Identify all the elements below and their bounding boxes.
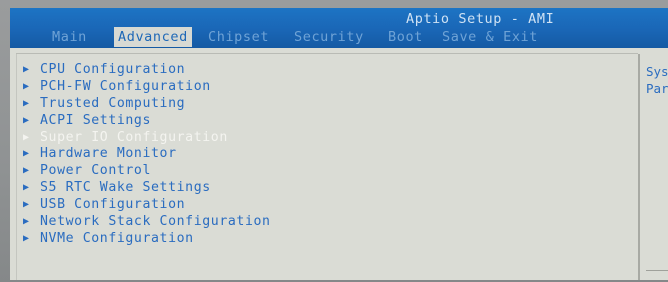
menu-item-label: ACPI Settings xyxy=(40,112,152,128)
menu-item-power-control[interactable]: ▶ Power Control xyxy=(20,163,630,180)
help-panel-divider xyxy=(646,270,668,271)
submenu-arrow-icon: ▶ xyxy=(23,165,30,177)
menu-item-label: NVMe Configuration xyxy=(40,230,194,246)
menu-item-label: Power Control xyxy=(40,163,152,179)
submenu-arrow-icon: ▶ xyxy=(23,199,30,211)
tab-bar: Main Advanced Chipset Security Boot Save… xyxy=(10,26,668,48)
menu-item-network-stack-configuration[interactable]: ▶ Network Stack Configuration xyxy=(20,214,630,231)
menu-item-super-io-configuration[interactable]: ▶ Super IO Configuration xyxy=(20,130,630,147)
tab-main[interactable]: Main xyxy=(48,27,91,47)
help-text-line: Par xyxy=(646,80,668,96)
divider-horizontal xyxy=(16,53,638,54)
menu-item-label: Network Stack Configuration xyxy=(40,214,271,230)
tab-chipset[interactable]: Chipset xyxy=(204,27,273,47)
header-bar: Aptio Setup - AMI Main Advanced Chipset … xyxy=(10,8,668,48)
tab-advanced[interactable]: Advanced xyxy=(114,27,192,47)
submenu-arrow-icon: ▶ xyxy=(23,80,30,92)
submenu-arrow-icon: ▶ xyxy=(23,232,30,244)
menu-item-nvme-configuration[interactable]: ▶ NVMe Configuration xyxy=(20,231,630,248)
menu-item-trusted-computing[interactable]: ▶ Trusted Computing xyxy=(20,96,630,113)
menu-item-acpi-settings[interactable]: ▶ ACPI Settings xyxy=(20,113,630,130)
tab-security[interactable]: Security xyxy=(290,27,368,47)
submenu-arrow-icon: ▶ xyxy=(23,114,30,126)
submenu-arrow-icon: ▶ xyxy=(23,182,30,194)
help-text-line: Sys xyxy=(646,64,668,79)
monitor-screen: Aptio Setup - AMI Main Advanced Chipset … xyxy=(0,0,668,282)
submenu-arrow-icon: ▶ xyxy=(23,216,30,228)
menu-item-pch-fw-configuration[interactable]: ▶ PCH-FW Configuration xyxy=(20,79,630,96)
advanced-menu: ▶ CPU Configuration ▶ PCH-FW Configurati… xyxy=(20,62,630,248)
menu-item-usb-configuration[interactable]: ▶ USB Configuration xyxy=(20,197,630,214)
menu-item-label: S5 RTC Wake Settings xyxy=(40,180,211,196)
divider-vertical xyxy=(638,54,640,280)
menu-item-label: Hardware Monitor xyxy=(40,146,177,162)
setup-title: Aptio Setup - AMI xyxy=(406,11,555,27)
menu-item-label: Trusted Computing xyxy=(40,95,186,111)
submenu-arrow-icon: ▶ xyxy=(23,131,30,143)
help-panel: Sys Par xyxy=(646,64,668,98)
submenu-arrow-icon: ▶ xyxy=(23,148,30,160)
divider-left xyxy=(16,54,17,280)
tab-boot[interactable]: Boot xyxy=(384,27,427,47)
menu-item-label: Super IO Configuration xyxy=(40,129,228,145)
tab-save-exit[interactable]: Save & Exit xyxy=(438,27,542,47)
submenu-arrow-icon: ▶ xyxy=(23,97,30,109)
bios-setup-window: Aptio Setup - AMI Main Advanced Chipset … xyxy=(10,8,668,280)
submenu-arrow-icon: ▶ xyxy=(23,64,30,75)
menu-item-label: PCH-FW Configuration xyxy=(40,78,211,94)
menu-item-label: CPU Configuration xyxy=(40,62,186,77)
menu-item-cpu-configuration[interactable]: ▶ CPU Configuration xyxy=(20,62,630,79)
menu-item-hardware-monitor[interactable]: ▶ Hardware Monitor xyxy=(20,146,630,163)
menu-item-label: USB Configuration xyxy=(40,197,186,213)
menu-item-s5-rtc-wake-settings[interactable]: ▶ S5 RTC Wake Settings xyxy=(20,180,630,197)
